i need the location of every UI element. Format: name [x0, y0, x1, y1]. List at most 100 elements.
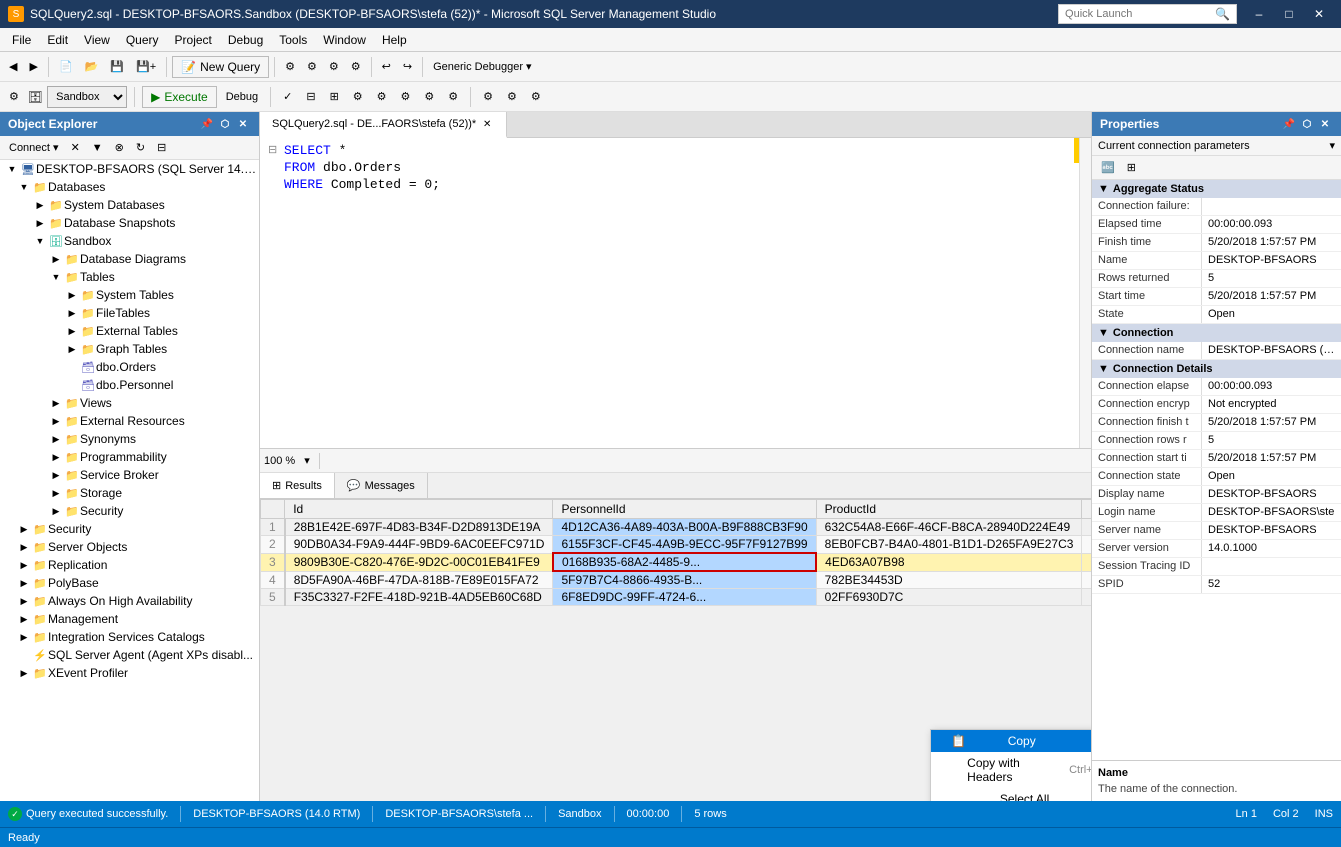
tree-item-diagrams[interactable]: ▶ 📁 Database Diagrams [0, 250, 259, 268]
results-tab-messages[interactable]: 💬 Messages [335, 473, 428, 498]
oe-close-button[interactable]: ✕ [235, 116, 251, 132]
editor-scrollbar[interactable] [1079, 138, 1091, 448]
cell-comp-1[interactable]: 0 [1082, 519, 1091, 536]
new-file-button[interactable]: 📄 [54, 57, 78, 76]
oe-collapse-button[interactable]: ⊟ [152, 138, 171, 157]
tree-item-databases[interactable]: ▼ 📁 Databases [0, 178, 259, 196]
oe-disconnect-button[interactable]: ✕ [66, 138, 85, 157]
section-connection[interactable]: ▼ Connection [1092, 324, 1341, 342]
tb2-btn10[interactable]: ⚙ [478, 87, 498, 106]
menu-file[interactable]: File [4, 31, 39, 49]
save-button[interactable]: 💾 [105, 57, 129, 76]
menu-edit[interactable]: Edit [39, 31, 76, 49]
tree-item-snapshots[interactable]: ▶ 📁 Database Snapshots [0, 214, 259, 232]
debug-select-btn[interactable]: Generic Debugger ▾ [428, 57, 548, 76]
cell-comp-3[interactable]: 0 [1082, 553, 1091, 571]
tree-item-sql-agent[interactable]: ⚡ SQL Server Agent (Agent XPs disabl... [0, 646, 259, 664]
close-button[interactable]: ✕ [1305, 0, 1333, 28]
tb2-btn12[interactable]: ⚙ [526, 87, 546, 106]
back-button[interactable]: ◀ [4, 57, 22, 76]
expand-ext-tables[interactable]: ▶ [64, 323, 80, 339]
props-categories-button[interactable]: ⊞ [1122, 158, 1141, 177]
minimize-button[interactable]: – [1245, 0, 1273, 28]
cell-pid-2[interactable]: 6155F3CF-CF45-4A9B-9ECC-95F7F9127B99 [553, 536, 816, 554]
tb1-btn1[interactable]: ⚙ [280, 57, 300, 76]
expand-sandbox[interactable]: ▼ [32, 233, 48, 249]
expand-server-objects[interactable]: ▶ [16, 539, 32, 555]
section-aggregate[interactable]: ▼ Aggregate Status [1092, 180, 1341, 198]
cell-prod-3[interactable]: 4ED63A07B98 [816, 553, 1082, 571]
oe-refresh-button[interactable]: ↻ [131, 138, 150, 157]
expand-graph-tables[interactable]: ▶ [64, 341, 80, 357]
results-content[interactable]: Id PersonnelId ProductId Completed 1 28B… [260, 499, 1091, 801]
forward-button[interactable]: ▶ [24, 57, 42, 76]
tb2-btn3[interactable]: ⊟ [301, 87, 320, 106]
ctx-copy[interactable]: 📋 Copy Ctrl+C [931, 730, 1091, 752]
expand-databases[interactable]: ▼ [16, 179, 32, 195]
menu-view[interactable]: View [76, 31, 118, 49]
expand-polybase[interactable]: ▶ [16, 575, 32, 591]
tb2-btn1[interactable]: ⚙ [4, 87, 24, 106]
connect-button[interactable]: Connect ▾ [4, 138, 64, 157]
props-sort-alpha-button[interactable]: 🔤 [1096, 158, 1120, 177]
tree-item-management[interactable]: ▶ 📁 Management [0, 610, 259, 628]
tree-item-programmability[interactable]: ▶ 📁 Programmability [0, 448, 259, 466]
tree-item-sandbox[interactable]: ▼ 🗄 Sandbox [0, 232, 259, 250]
oe-filter-button[interactable]: ▼ [87, 139, 108, 157]
query-tab-close[interactable]: ✕ [480, 117, 494, 131]
tree-item-orders[interactable]: 🗃 dbo.Orders [0, 358, 259, 376]
section-conn-details[interactable]: ▼ Connection Details [1092, 360, 1341, 378]
quick-launch[interactable]: 🔍 [1058, 4, 1237, 24]
cell-comp-2[interactable]: 0 [1082, 536, 1091, 554]
tree-item-ext-resources[interactable]: ▶ 📁 External Resources [0, 412, 259, 430]
menu-project[interactable]: Project [167, 31, 220, 49]
query-tab[interactable]: SQLQuery2.sql - DE...FAORS\stefa (52))* … [260, 112, 507, 138]
menu-help[interactable]: Help [374, 31, 415, 49]
menu-window[interactable]: Window [315, 31, 374, 49]
tree-item-xevent[interactable]: ▶ 📁 XEvent Profiler [0, 664, 259, 682]
save-all-button[interactable]: 💾+ [131, 57, 161, 76]
cell-pid-1[interactable]: 4D12CA36-4A89-403A-B00A-B9F888CB3F90 [553, 519, 816, 536]
cell-prod-5[interactable]: 02FF6930D7C [816, 589, 1082, 606]
tb2-btn9[interactable]: ⚙ [443, 87, 463, 106]
expand-synonyms[interactable]: ▶ [48, 431, 64, 447]
expand-service-broker[interactable]: ▶ [48, 467, 64, 483]
expand-file-tables[interactable]: ▶ [64, 305, 80, 321]
expand-security-top[interactable]: ▶ [16, 521, 32, 537]
tb2-btn8[interactable]: ⚙ [419, 87, 439, 106]
expand-ext-resources[interactable]: ▶ [48, 413, 64, 429]
tree-item-server[interactable]: ▼ 🖥 DESKTOP-BFSAORS (SQL Server 14.0.1..… [0, 160, 259, 178]
expand-tables[interactable]: ▼ [48, 269, 64, 285]
expand-sys-db[interactable]: ▶ [32, 197, 48, 213]
cell-comp-4[interactable]: 0 [1082, 571, 1091, 589]
tb1-btn3[interactable]: ⚙ [324, 57, 344, 76]
tree-item-alwayson[interactable]: ▶ 📁 Always On High Availability [0, 592, 259, 610]
cell-id-4[interactable]: 8D5FA90A-46BF-47DA-818B-7E89E015FA72 [285, 571, 553, 589]
tree-item-server-objects[interactable]: ▶ 📁 Server Objects [0, 538, 259, 556]
debug-button[interactable]: Debug [221, 88, 263, 106]
tree-item-file-tables[interactable]: ▶ 📁 FileTables [0, 304, 259, 322]
menu-query[interactable]: Query [118, 31, 167, 49]
props-arrow-button[interactable]: ⬡ [1299, 116, 1315, 132]
expand-xevent[interactable]: ▶ [16, 665, 32, 681]
tree-item-synonyms[interactable]: ▶ 📁 Synonyms [0, 430, 259, 448]
undo-button[interactable]: ↩ [377, 57, 396, 76]
expand-security-sb[interactable]: ▶ [48, 503, 64, 519]
props-dropdown[interactable]: Current connection parameters ▾ [1092, 136, 1341, 156]
expand-replication[interactable]: ▶ [16, 557, 32, 573]
cell-pid-4[interactable]: 5F97B7C4-8866-4935-B... [553, 571, 816, 589]
expand-views[interactable]: ▶ [48, 395, 64, 411]
expand-diagrams[interactable]: ▶ [48, 251, 64, 267]
cell-id-1[interactable]: 28B1E42E-697F-4D83-B34F-D2D8913DE19A [285, 519, 553, 536]
tree-item-views[interactable]: ▶ 📁 Views [0, 394, 259, 412]
database-select[interactable]: Sandbox [47, 86, 127, 108]
tree-item-tables[interactable]: ▼ 📁 Tables [0, 268, 259, 286]
props-pin-button[interactable]: 📌 [1281, 116, 1297, 132]
tree-item-service-broker[interactable]: ▶ 📁 Service Broker [0, 466, 259, 484]
cell-id-2[interactable]: 90DB0A34-F9A9-444F-9BD9-6AC0EEFC971D [285, 536, 553, 554]
cell-comp-5[interactable]: 0 [1082, 589, 1091, 606]
ctx-select-all[interactable]: Select All Ctrl+A [931, 788, 1091, 801]
redo-button[interactable]: ↪ [398, 57, 417, 76]
cell-pid-3[interactable]: 0168B935-68A2-4485-9... [553, 553, 816, 571]
tb2-btn4[interactable]: ⊞ [325, 87, 344, 106]
